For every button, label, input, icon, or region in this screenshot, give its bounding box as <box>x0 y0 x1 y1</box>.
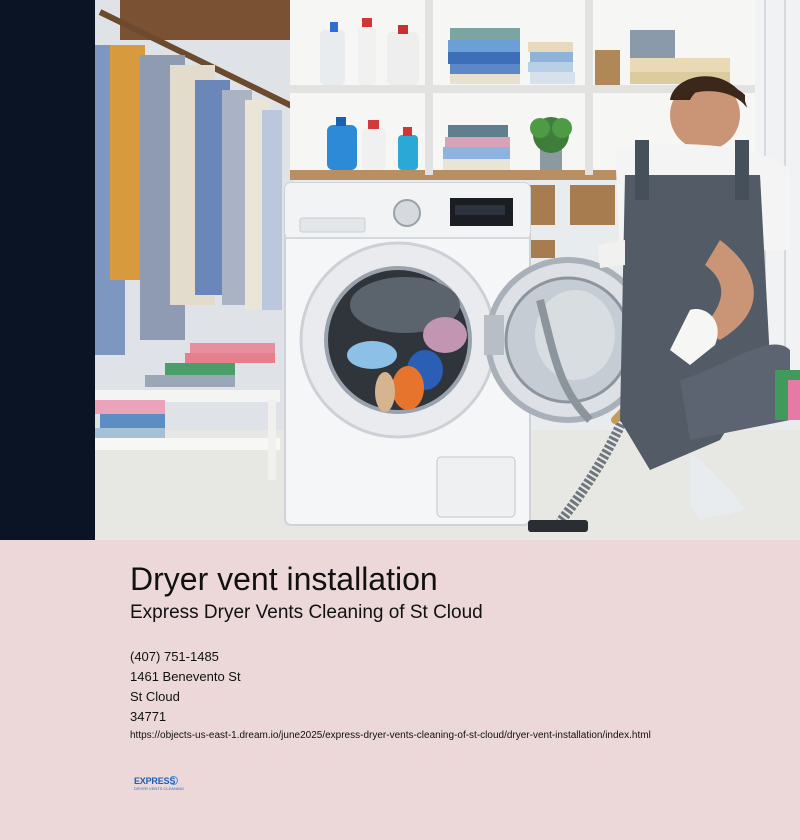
page-title: Dryer vent installation <box>130 561 438 597</box>
street-address: 1461 Benevento St <box>130 669 241 684</box>
hero-image <box>0 0 800 540</box>
laundry-room-illustration <box>0 0 800 540</box>
logo-swoosh-icon <box>169 776 178 785</box>
company-logo[interactable]: EXPRESS DRYER VENTS CLEANING <box>134 776 184 794</box>
phone-number[interactable]: (407) 751-1485 <box>130 647 241 667</box>
business-name: Express Dryer Vents Cleaning of St Cloud <box>130 602 483 623</box>
city: St Cloud <box>130 689 180 704</box>
contact-info: (407) 751-1485 1461 Benevento St St Clou… <box>130 647 241 727</box>
zip-code: 34771 <box>130 709 167 724</box>
logo-tagline: DRYER VENTS CLEANING <box>134 786 184 791</box>
page-url-link[interactable]: https://objects-us-east-1.dream.io/june2… <box>130 729 651 743</box>
